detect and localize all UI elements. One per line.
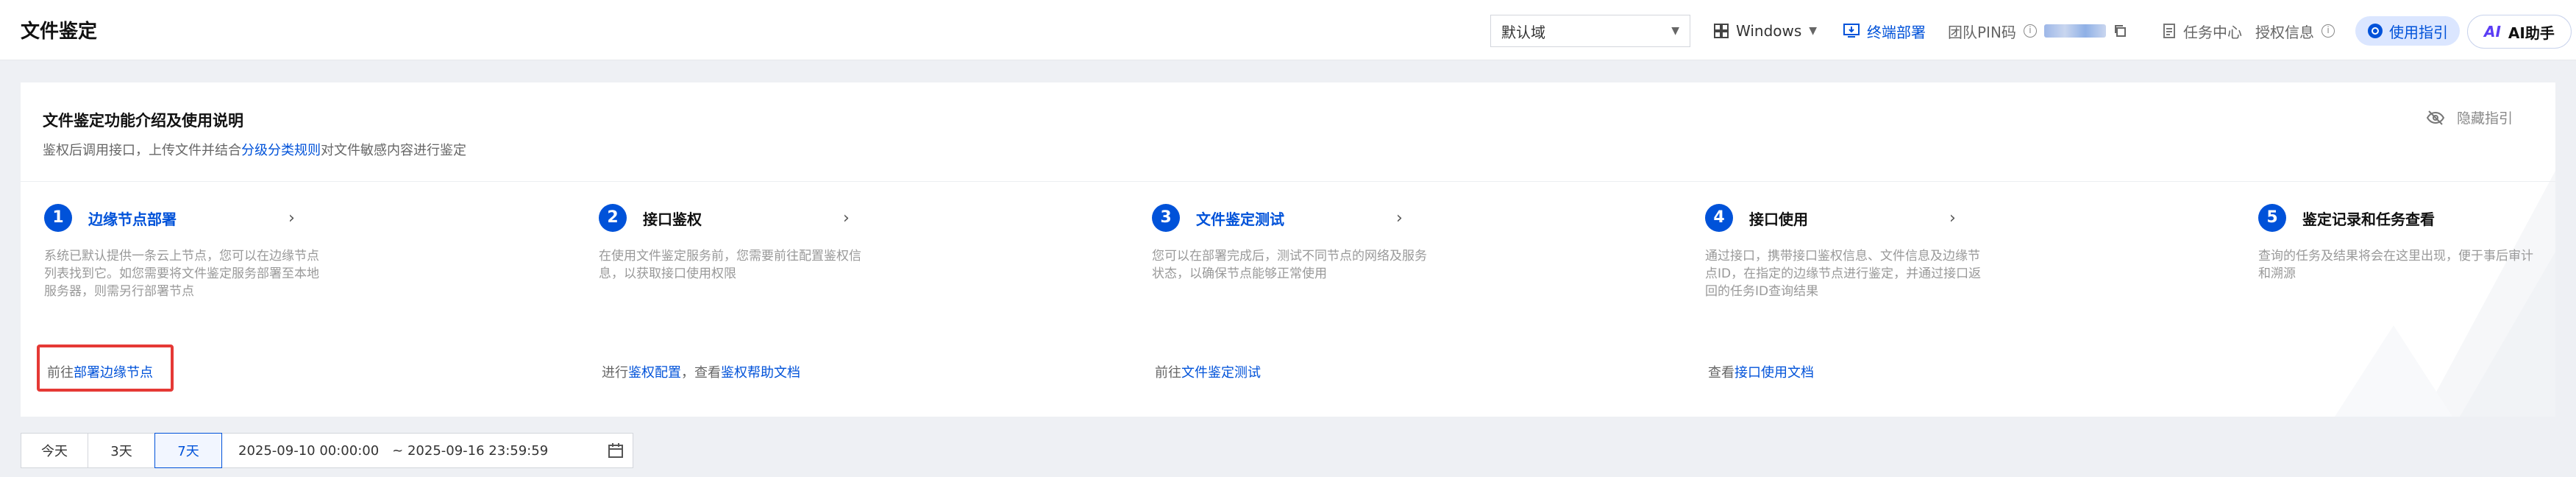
- pin-value-masked: [2043, 24, 2106, 38]
- step-action-prefix: 前往: [1155, 365, 1181, 381]
- task-center-label: 任务中心: [2183, 23, 2242, 41]
- step-api-auth: 2 接口鉴权 › 在使用文件鉴定服务前，您需要前往配置鉴权信息，以获取接口使用权…: [599, 203, 878, 283]
- eye-off-icon: [2426, 110, 2445, 125]
- auth-info-label: 授权信息: [2255, 23, 2314, 41]
- classification-rules-link[interactable]: 分级分类规则: [241, 143, 321, 158]
- step-title: 接口使用: [1749, 210, 1808, 228]
- step-action-mid: ，查看: [681, 365, 721, 381]
- step-title: 接口鉴权: [643, 210, 702, 228]
- highlight-box: [37, 344, 174, 392]
- windows-icon: [1714, 24, 1729, 38]
- step-action-prefix: 进行: [602, 365, 628, 381]
- info-icon: i: [2321, 24, 2335, 38]
- team-pin-label: 团队PIN码: [1948, 23, 2016, 41]
- step-title: 文件鉴定测试: [1196, 210, 1284, 228]
- divider: [21, 181, 2555, 182]
- intro-desc-prefix: 鉴权后调用接口，上传文件并结合: [43, 143, 241, 158]
- calendar-icon[interactable]: [608, 442, 624, 459]
- monitor-download-icon: [1843, 24, 1860, 38]
- auth-help-doc-link[interactable]: 鉴权帮助文档: [721, 365, 800, 381]
- terminal-deploy-link[interactable]: 终端部署: [1843, 15, 1926, 47]
- api-usage-doc-link[interactable]: 接口使用文档: [1734, 365, 1814, 381]
- top-header: 文件鉴定 默认域 ▼ Windows ▼ 终端部署 团队PIN码 i 任务中心 …: [0, 0, 2576, 60]
- file-test-link[interactable]: 文件鉴定测试: [1181, 365, 1261, 381]
- guide-icon: [2368, 24, 2383, 38]
- os-label: Windows: [1736, 22, 1802, 40]
- auth-info[interactable]: 授权信息 i: [2255, 15, 2335, 47]
- today-button[interactable]: 今天: [21, 433, 88, 468]
- step-number: 1: [44, 204, 72, 232]
- terminal-deploy-label: 终端部署: [1867, 23, 1926, 41]
- three-days-button[interactable]: 3天: [88, 433, 155, 468]
- step-description: 您可以在部署完成后，测试不同节点的网络及服务状态，以确保节点能够正常使用: [1152, 249, 1427, 281]
- document-icon: [2163, 24, 2175, 38]
- step-description: 查询的任务及结果将会在这里出现，便于事后审计和溯源: [2258, 249, 2533, 281]
- step-number: 2: [599, 204, 627, 232]
- step-action: 前往文件鉴定测试: [1155, 362, 1261, 381]
- intro-description: 鉴权后调用接口，上传文件并结合分级分类规则对文件敏感内容进行鉴定: [43, 140, 466, 159]
- step-records: 5 鉴定记录和任务查看 查询的任务及结果将会在这里出现，便于事后审计和溯源: [2258, 203, 2538, 283]
- auth-config-link[interactable]: 鉴权配置: [628, 365, 681, 381]
- hide-guide-label: 隐藏指引: [2456, 110, 2513, 127]
- date-range-picker[interactable]: 2025-09-10 00:00:00 ~ 2025-09-16 23:59:5…: [221, 433, 633, 468]
- step-action: 查看接口使用文档: [1708, 362, 1814, 381]
- intro-title: 文件鉴定功能介绍及使用说明: [43, 112, 243, 130]
- hide-guide-button[interactable]: 隐藏指引: [2426, 107, 2513, 127]
- copy-icon[interactable]: [2113, 24, 2127, 38]
- step-description: 在使用文件鉴定服务前，您需要前往配置鉴权信息，以获取接口使用权限: [599, 249, 861, 281]
- usage-guide-button[interactable]: 使用指引: [2355, 16, 2460, 46]
- step-number: 4: [1705, 204, 1733, 232]
- date-range-end: ~ 2025-09-16 23:59:59: [392, 442, 549, 459]
- step-number: 3: [1152, 204, 1180, 232]
- intro-desc-suffix: 对文件敏感内容进行鉴定: [321, 143, 466, 158]
- chevron-right-icon: ›: [843, 209, 850, 227]
- step-number: 5: [2258, 204, 2286, 232]
- chevron-down-icon: ▼: [1809, 25, 1818, 37]
- step-action: 进行鉴权配置，查看鉴权帮助文档: [602, 362, 800, 381]
- chevron-right-icon: ›: [1396, 209, 1403, 227]
- step-action-prefix: 查看: [1708, 365, 1734, 381]
- step-description: 通过接口，携带接口鉴权信息、文件信息及边缘节点ID，在指定的边缘节点进行鉴定，并…: [1705, 249, 1982, 299]
- step-title: 边缘节点部署: [88, 210, 177, 228]
- ai-assistant-label: AI助手: [2508, 24, 2555, 42]
- usage-guide-label: 使用指引: [2389, 23, 2448, 41]
- step-title: 鉴定记录和任务查看: [2302, 210, 2435, 228]
- step-file-test: 3 文件鉴定测试 › 您可以在部署完成后，测试不同节点的网络及服务状态，以确保节…: [1152, 203, 1431, 283]
- team-pin: 团队PIN码 i: [1948, 15, 2127, 47]
- date-filter-bar: 今天 3天 7天 2025-09-10 00:00:00 ~ 2025-09-1…: [21, 433, 633, 468]
- chevron-right-icon: ›: [288, 209, 295, 227]
- task-center-link[interactable]: 任务中心: [2163, 15, 2242, 47]
- step-description: 系统已默认提供一条云上节点，您可以在边缘节点列表找到它。如您需要将文件鉴定服务部…: [44, 249, 319, 299]
- os-dropdown[interactable]: Windows ▼: [1714, 15, 1817, 47]
- date-range-start: 2025-09-10 00:00:00: [238, 442, 380, 459]
- ai-logo-icon: AI: [2484, 23, 2501, 40]
- page-title: 文件鉴定: [21, 21, 98, 43]
- domain-select-value: 默认域: [1501, 23, 1545, 41]
- info-icon[interactable]: i: [2023, 24, 2037, 38]
- intro-card: 文件鉴定功能介绍及使用说明 鉴权后调用接口，上传文件并结合分级分类规则对文件敏感…: [21, 82, 2555, 417]
- step-api-usage: 4 接口使用 › 通过接口，携带接口鉴权信息、文件信息及边缘节点ID，在指定的边…: [1705, 203, 1985, 300]
- domain-select[interactable]: 默认域 ▼: [1490, 15, 1690, 47]
- step-edge-node-deploy: 1 边缘节点部署 › 系统已默认提供一条云上节点，您可以在边缘节点列表找到它。如…: [44, 203, 324, 300]
- chevron-right-icon: ›: [1949, 209, 1956, 227]
- ai-assistant-button[interactable]: AI AI助手: [2467, 15, 2572, 49]
- seven-days-button[interactable]: 7天: [154, 433, 222, 468]
- chevron-down-icon: ▼: [1671, 25, 1679, 37]
